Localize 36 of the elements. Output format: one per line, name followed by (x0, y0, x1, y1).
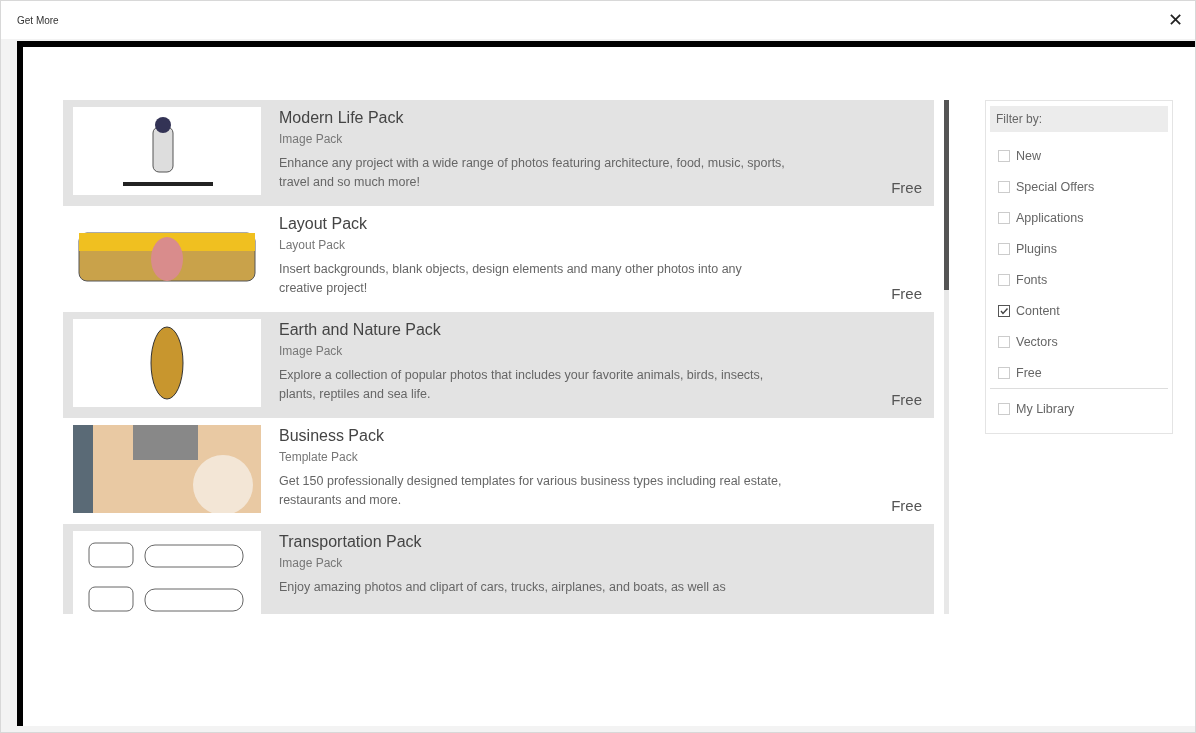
pack-type: Image Pack (279, 132, 344, 146)
pack-type: Image Pack (279, 556, 344, 570)
filter-heading: Filter by: (990, 106, 1168, 132)
filter-option[interactable]: New (990, 140, 1168, 171)
pack-title: Transportation Pack (279, 533, 423, 551)
pack-list-item[interactable]: Transportation Pack Image Pack Enjoy amazing photos and clipart of cars, trucks, airplanes, and boats, as well as (63, 524, 934, 614)
window-title: Get More (17, 14, 59, 26)
filter-option[interactable]: Content (990, 295, 1168, 326)
pack-title: Layout Pack (279, 215, 369, 233)
price-label: Free (891, 179, 922, 196)
pack-description: Enhance any project with a wide range of photos featuring architecture, food, music, sports, travel and so much more! (279, 155, 786, 191)
checkbox[interactable] (998, 304, 1010, 317)
pack-description: Enjoy amazing photos and clipart of cars, trucks, airplanes, and boats, as well as (279, 579, 727, 596)
pack-title: Modern Life Pack (279, 109, 405, 127)
filter-option[interactable]: Free (990, 357, 1168, 388)
filter-option[interactable]: Applications (990, 202, 1168, 233)
filter-option[interactable]: Vectors (990, 326, 1168, 357)
pack-type: Template Pack (279, 450, 359, 464)
pack-type: Layout Pack (279, 238, 347, 252)
price-label: Free (891, 497, 922, 514)
filter-option[interactable]: Fonts (990, 264, 1168, 295)
close-button[interactable]: ✕ (1162, 7, 1189, 33)
filter-option[interactable]: Special Offers (990, 171, 1168, 202)
pack-description: Get 150 professionally designed templates for various business types including real estate, restaurants and more. (279, 473, 783, 509)
scrollbar-thumb[interactable] (944, 100, 949, 290)
pack-list-item[interactable]: Modern Life Pack Image Pack Enhance any project with a wide range of photos featuring architecture, food, music, sports, travel and so much more! Free (63, 100, 934, 206)
pack-description: Explore a collection of popular photos that includes your favorite animals, birds, insects, plants, reptiles and sea life. (279, 367, 765, 403)
filter-option[interactable]: My Library (990, 393, 1168, 424)
pack-type: Image Pack (279, 344, 344, 358)
pack-list-item[interactable]: Earth and Nature Pack Image Pack Explore a collection of popular photos that includes your favorite animals, birds, insects, plants, reptiles and sea life. Free (63, 312, 934, 418)
price-label: Free (891, 391, 922, 408)
pack-description: Insert backgrounds, blank objects, design elements and many other photos into any creative project! (279, 261, 743, 297)
pack-title: Earth and Nature Pack (279, 321, 442, 339)
filter-option[interactable]: Plugins (990, 233, 1168, 264)
price-label: Free (891, 285, 922, 302)
pack-title: Business Pack (279, 427, 385, 445)
